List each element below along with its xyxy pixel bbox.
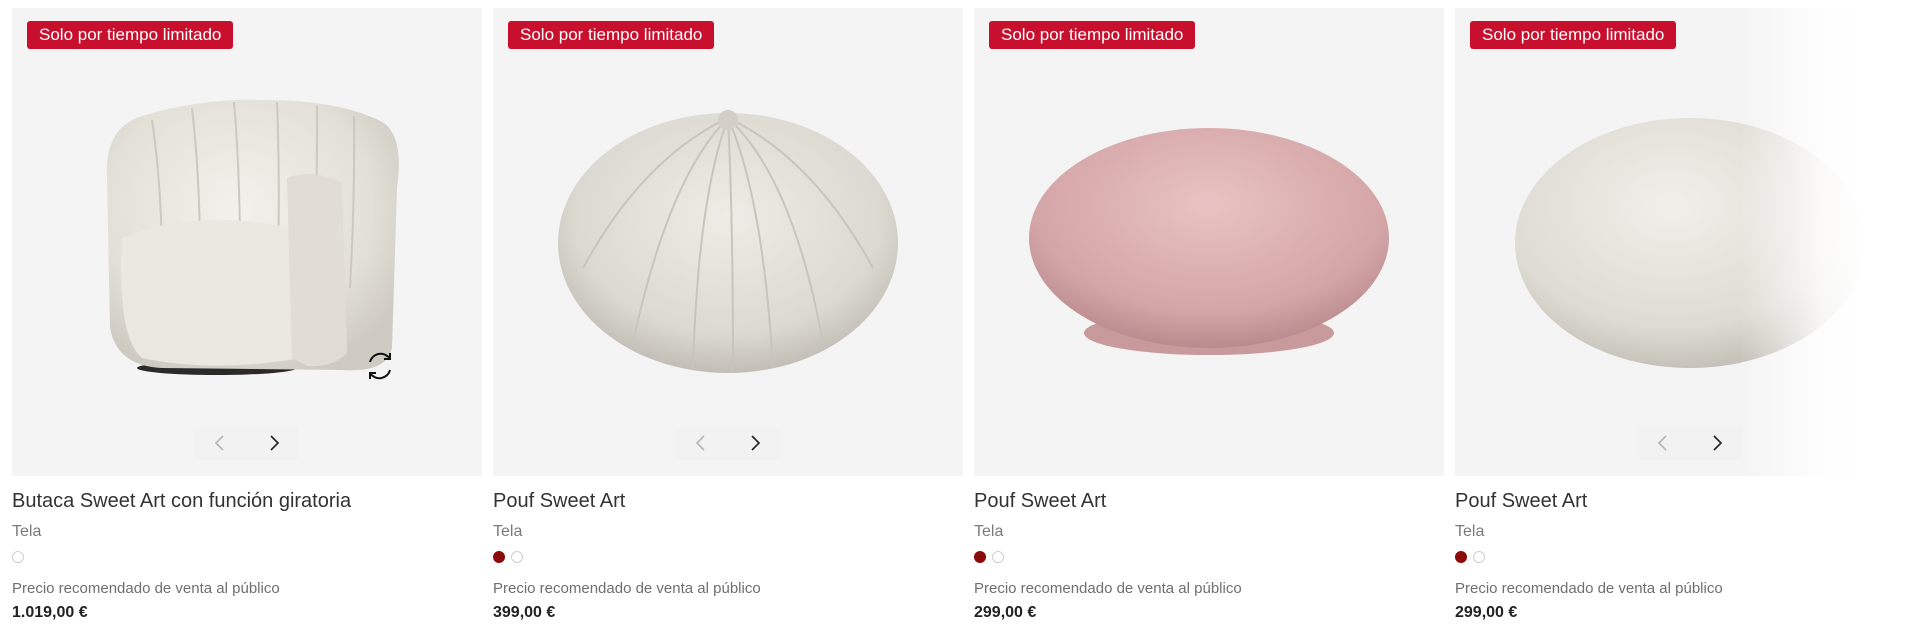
product-image-armchair[interactable] <box>12 68 482 398</box>
product-info: Pouf Sweet Art Tela Precio recomendado d… <box>493 476 963 624</box>
product-card[interactable]: Solo por tiempo limitado <box>493 8 963 624</box>
chevron-right-icon <box>751 435 761 451</box>
color-swatches <box>1455 551 1920 565</box>
product-card[interactable]: Solo por tiempo limitado <box>974 8 1444 624</box>
promo-badge: Solo por tiempo limitado <box>989 21 1196 49</box>
chevron-left-icon <box>695 435 705 451</box>
chevron-left-icon <box>1657 435 1667 451</box>
price-label: Precio recomendado de venta al público <box>12 580 280 597</box>
color-swatches <box>12 551 482 565</box>
product-track: Solo por tiempo limitado Butaca Sweet Ar… <box>12 8 1920 624</box>
gallery-next-button[interactable] <box>1702 428 1732 458</box>
color-swatch-red[interactable] <box>974 551 986 563</box>
product-card[interactable]: Solo por tiempo limitado <box>12 8 482 624</box>
product-media[interactable]: Solo por tiempo limitado <box>493 8 963 476</box>
product-media[interactable]: Solo por tiempo limitado <box>974 8 1444 476</box>
gallery-nav <box>676 426 780 460</box>
product-price: 399,00 € <box>493 604 556 621</box>
product-price: 299,00 € <box>1455 604 1518 621</box>
promo-badge: Solo por tiempo limitado <box>27 21 234 49</box>
product-carousel: Solo por tiempo limitado Butaca Sweet Ar… <box>0 0 1920 624</box>
gallery-nav <box>1638 426 1742 460</box>
color-swatches <box>974 551 1444 565</box>
gallery-nav <box>195 426 299 460</box>
product-card[interactable]: Solo por tiempo limitado <box>1455 8 1920 624</box>
product-name[interactable]: Pouf Sweet Art <box>493 488 963 514</box>
product-price: 299,00 € <box>974 604 1037 621</box>
gallery-prev-button[interactable] <box>205 428 235 458</box>
color-swatch-red[interactable] <box>1455 551 1467 563</box>
product-material: Tela <box>974 523 1004 540</box>
rotate-360-icon[interactable] <box>362 348 398 384</box>
product-info: Pouf Sweet Art Tela Precio recomendado d… <box>1455 476 1920 624</box>
product-name[interactable]: Butaca Sweet Art con función giratoria <box>12 488 482 514</box>
product-image-pouf-ribbed[interactable] <box>493 68 963 398</box>
gallery-next-button[interactable] <box>259 428 289 458</box>
color-swatch-white[interactable] <box>992 551 1004 563</box>
product-material: Tela <box>12 523 42 540</box>
gallery-prev-button[interactable] <box>686 428 716 458</box>
chevron-right-icon <box>1713 435 1723 451</box>
promo-badge: Solo por tiempo limitado <box>508 21 715 49</box>
product-info: Pouf Sweet Art Tela Precio recomendado d… <box>974 476 1444 624</box>
price-label: Precio recomendado de venta al público <box>493 580 761 597</box>
price-label: Precio recomendado de venta al público <box>974 580 1242 597</box>
chevron-right-icon <box>270 435 280 451</box>
product-media[interactable]: Solo por tiempo limitado <box>1455 8 1920 476</box>
color-swatches <box>493 551 963 565</box>
product-name[interactable]: Pouf Sweet Art <box>974 488 1444 514</box>
product-material: Tela <box>1455 523 1485 540</box>
color-swatch-white[interactable] <box>12 551 24 563</box>
color-swatch-white[interactable] <box>1473 551 1485 563</box>
product-name[interactable]: Pouf Sweet Art <box>1455 488 1920 514</box>
promo-badge: Solo por tiempo limitado <box>1470 21 1677 49</box>
product-price: 1.019,00 € <box>12 604 88 621</box>
product-media[interactable]: Solo por tiempo limitado <box>12 8 482 476</box>
product-image-pouf-pink[interactable] <box>974 68 1444 398</box>
product-material: Tela <box>493 523 523 540</box>
product-info: Butaca Sweet Art con función giratoria T… <box>12 476 482 624</box>
gallery-prev-button[interactable] <box>1648 428 1678 458</box>
price-label: Precio recomendado de venta al público <box>1455 580 1723 597</box>
chevron-left-icon <box>214 435 224 451</box>
color-swatch-white[interactable] <box>511 551 523 563</box>
gallery-next-button[interactable] <box>740 428 770 458</box>
product-image-pouf-white[interactable] <box>1455 68 1920 398</box>
color-swatch-red[interactable] <box>493 551 505 563</box>
